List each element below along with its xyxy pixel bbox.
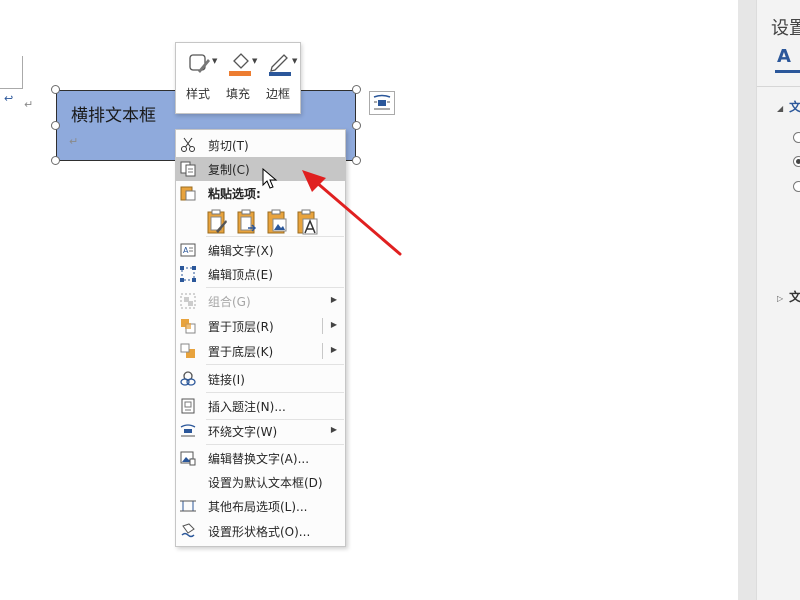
split-divider — [322, 318, 323, 334]
menu-label-paste-options: 粘贴选项: — [208, 187, 261, 201]
format-shape-pane: 设置 A ◢文 ▷文 — [756, 0, 800, 600]
chevron-down-icon: ▼ — [292, 57, 298, 65]
menu-label-set-default-textbox: 设置为默认文本框(D) — [208, 476, 323, 490]
submenu-arrow-icon[interactable]: ▶ — [331, 345, 337, 354]
menu-label-format-shape: 设置形状格式(O)... — [208, 525, 311, 539]
layout-options-button[interactable] — [369, 91, 395, 115]
menu-label-group: 组合(G) — [208, 295, 251, 309]
menu-item-insert-caption[interactable]: 插入题注(N)... — [176, 394, 345, 418]
group-icon — [180, 293, 196, 309]
menu-label-edit-points: 编辑顶点(E) — [208, 268, 273, 282]
collapsed-triangle-icon: ▷ — [777, 294, 784, 303]
menu-item-wrap-text[interactable]: 环绕文字(W) ▶ — [176, 419, 345, 443]
radio-option[interactable] — [793, 132, 800, 143]
menu-item-edit-points[interactable]: 编辑顶点(E) — [176, 262, 345, 286]
border-label: 边框 — [265, 87, 290, 101]
pane-section-label: 文 — [789, 290, 800, 304]
mini-toolbar: ▼ 样式 ▼ 填充 ▼ 边框 — [175, 42, 301, 114]
menu-item-format-shape[interactable]: 设置形状格式(O)... — [176, 519, 345, 543]
shape-style-icon — [189, 54, 210, 73]
menu-label-wrap-text: 环绕文字(W) — [208, 425, 278, 439]
fill-label: 填充 — [225, 87, 250, 101]
pen-outline-icon — [269, 54, 291, 76]
insert-caption-icon — [181, 398, 195, 414]
menu-item-cut[interactable]: 剪切(T) — [176, 133, 345, 157]
chevron-down-icon: ▼ — [252, 57, 258, 65]
paste-as-picture-icon[interactable] — [266, 209, 288, 235]
expanded-triangle-icon: ◢ — [777, 104, 784, 113]
menu-item-more-layout[interactable]: 其他布局选项(L)... — [176, 494, 345, 518]
anchor-mark: ↩ — [4, 92, 14, 105]
radio-option-selected[interactable] — [793, 156, 800, 167]
menu-separator — [206, 287, 344, 288]
pane-section-label: 文 — [789, 100, 800, 114]
textbox-paragraph-mark: ↵ — [69, 135, 79, 148]
menu-label-cut: 剪切(T) — [208, 139, 249, 153]
split-divider — [322, 343, 323, 359]
menu-separator — [206, 364, 344, 365]
resize-handle-left[interactable] — [51, 121, 60, 130]
edit-points-icon — [180, 266, 196, 282]
pane-gutter — [738, 0, 756, 600]
menu-separator — [206, 392, 344, 393]
submenu-arrow-icon: ▶ — [330, 425, 337, 434]
margin-crop-mark — [0, 56, 23, 89]
send-to-back-icon — [180, 343, 195, 358]
pane-separator — [757, 86, 800, 87]
link-chain-icon — [180, 371, 196, 386]
menu-label-send-to-back: 置于底层(K) — [208, 345, 274, 359]
chevron-down-icon: ▼ — [212, 57, 218, 65]
pane-section-text-fill[interactable]: ◢ 文 — [777, 98, 800, 115]
bring-to-front-icon — [181, 319, 196, 334]
pane-section-text-outline[interactable]: ▷ 文 — [777, 288, 800, 305]
layout-options-icon — [373, 94, 391, 110]
mouse-pointer-icon — [262, 168, 278, 189]
menu-item-bring-to-front[interactable]: 置于顶层(R) ▶ — [176, 314, 345, 338]
menu-item-send-to-back[interactable]: 置于底层(K) ▶ — [176, 339, 345, 363]
copy-icon — [180, 161, 196, 177]
text-options-tab-underline — [775, 70, 800, 73]
paint-bucket-icon — [229, 53, 251, 76]
menu-label-bring-to-front: 置于顶层(R) — [208, 320, 274, 334]
fill-button[interactable]: ▼ 填充 — [218, 43, 258, 113]
scissors-icon — [181, 137, 195, 152]
svg-text:A: A — [183, 246, 189, 255]
menu-item-group[interactable]: 组合(G) ▶ — [176, 289, 345, 313]
pane-title: 设置 — [771, 18, 800, 39]
textbox-text[interactable]: 横排文本框 — [71, 101, 156, 126]
document-canvas[interactable]: ↩ ↵ 横排文本框 ↵ — [0, 0, 738, 600]
menu-label-edit-text: 编辑文字(X) — [208, 244, 274, 258]
annotation-arrow — [302, 170, 402, 256]
menu-item-set-default-textbox[interactable]: 设置为默认文本框(D) — [176, 470, 345, 494]
text-options-tab[interactable]: A — [777, 46, 791, 67]
menu-label-more-layout: 其他布局选项(L)... — [208, 500, 308, 514]
menu-item-edit-alt-text[interactable]: 编辑替换文字(A)... — [176, 446, 345, 470]
menu-label-insert-caption: 插入题注(N)... — [208, 400, 286, 414]
edit-text-icon: A — [180, 243, 196, 257]
style-label: 样式 — [185, 87, 210, 101]
layout-options-icon — [180, 500, 196, 512]
submenu-arrow-icon[interactable]: ▶ — [331, 320, 337, 329]
style-button[interactable]: ▼ 样式 — [178, 43, 218, 113]
resize-handle-right[interactable] — [352, 121, 361, 130]
wrap-text-icon — [180, 424, 196, 437]
border-button[interactable]: ▼ 边框 — [258, 43, 298, 113]
menu-label-copy: 复制(C) — [208, 163, 250, 177]
radio-option[interactable] — [793, 181, 800, 192]
paragraph-mark: ↵ — [24, 98, 34, 111]
menu-item-link[interactable]: 链接(I) — [176, 367, 345, 391]
format-shape-icon — [181, 523, 195, 538]
resize-handle-top-left[interactable] — [51, 85, 60, 94]
menu-label-edit-alt-text: 编辑替换文字(A)... — [208, 452, 310, 466]
alt-text-picture-icon — [180, 451, 196, 466]
paste-keep-source-format-icon[interactable] — [206, 209, 228, 235]
submenu-arrow-icon: ▶ — [330, 295, 337, 304]
menu-label-link: 链接(I) — [208, 373, 245, 387]
menu-separator — [206, 444, 344, 445]
resize-handle-top-right[interactable] — [352, 85, 361, 94]
resize-handle-bottom-right[interactable] — [352, 156, 361, 165]
clipboard-icon — [180, 186, 196, 201]
resize-handle-bottom-left[interactable] — [51, 156, 60, 165]
paste-use-destination-icon[interactable] — [236, 209, 258, 235]
